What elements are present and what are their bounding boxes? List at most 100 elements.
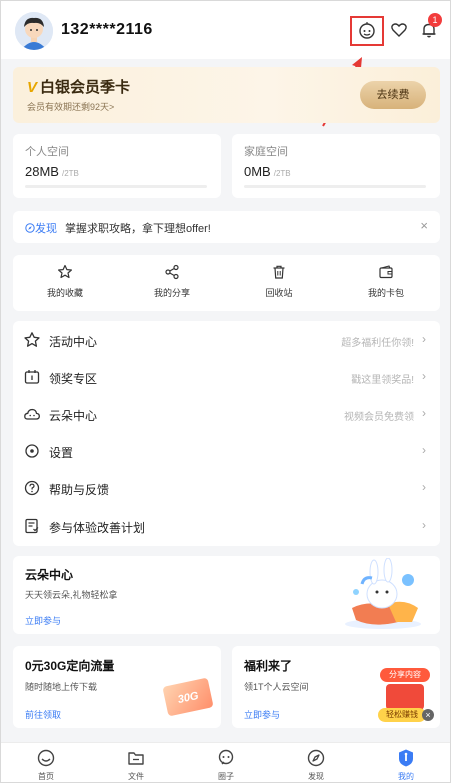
close-icon[interactable]: × bbox=[420, 218, 428, 233]
chevron-right-icon: › bbox=[422, 369, 426, 383]
chevron-right-icon: › bbox=[422, 518, 426, 532]
chevron-right-icon: › bbox=[422, 443, 426, 457]
menu-hint: 超多福利任你领! bbox=[341, 338, 414, 349]
storage-progress bbox=[244, 185, 426, 188]
settings-menu: 活动中心 超多福利任你领! › 领奖专区 戳这里领奖品! › 云朵中心 视频会员… bbox=[13, 321, 440, 546]
menu-label: 云朵中心 bbox=[49, 409, 98, 423]
nav-label: 圈子 bbox=[218, 772, 234, 781]
profile-icon bbox=[399, 749, 413, 767]
renew-button[interactable]: 去续费 bbox=[360, 81, 426, 109]
my-shares-button[interactable]: 我的分享 bbox=[137, 264, 207, 299]
banner-text: 掌握求职攻略，拿下理想offer! bbox=[65, 223, 211, 235]
prize-icon bbox=[24, 370, 40, 384]
quick-label: 我的收藏 bbox=[46, 288, 83, 298]
red-envelope-illustration: 分享内容 轻松赚钱 × bbox=[378, 668, 434, 724]
bottom-nav: 首页 文件 圈子 发现 我的 bbox=[1, 742, 450, 782]
help-icon bbox=[24, 480, 40, 496]
storage-label: 个人空间 bbox=[25, 146, 69, 158]
robot-assistant-icon[interactable] bbox=[355, 18, 379, 42]
trash-icon bbox=[273, 265, 285, 279]
rabbit-illustration bbox=[345, 558, 421, 629]
chevron-right-icon: › bbox=[422, 332, 426, 346]
avatar[interactable] bbox=[15, 12, 53, 50]
red-envelope-icon bbox=[386, 684, 424, 710]
claim-link[interactable]: 前往领取 bbox=[25, 708, 61, 721]
quick-actions: 我的收藏 我的分享 回收站 我的卡包 bbox=[13, 255, 440, 311]
menu-label: 帮助与反馈 bbox=[49, 483, 110, 497]
personal-storage-card[interactable]: 个人空间 28MB/2TB bbox=[13, 134, 221, 198]
nav-home[interactable]: 首页 bbox=[16, 748, 76, 782]
promo-subtitle: 随时随地上传下载 bbox=[25, 682, 98, 692]
menu-item-activity-center[interactable]: 活动中心 超多福利任你领! › bbox=[13, 321, 440, 358]
close-icon[interactable]: × bbox=[422, 709, 434, 721]
wallet-icon bbox=[379, 265, 393, 279]
username[interactable]: 132****2116 bbox=[61, 21, 153, 39]
favorites-button[interactable]: 我的收藏 bbox=[30, 264, 100, 299]
vip-expiry[interactable]: 会员有效期还剩92天> bbox=[27, 100, 114, 113]
join-link[interactable]: 立即参与 bbox=[244, 708, 280, 721]
nav-circle[interactable]: 圈子 bbox=[196, 748, 256, 782]
share-icon bbox=[165, 264, 179, 280]
settings-icon bbox=[25, 444, 39, 458]
join-link[interactable]: 立即参与 bbox=[25, 614, 61, 627]
menu-item-settings[interactable]: 设置 › bbox=[13, 432, 440, 469]
home-icon bbox=[37, 749, 55, 767]
card-wallet-button[interactable]: 我的卡包 bbox=[351, 264, 421, 299]
cloud-center-card[interactable]: 云朵中心 天天领云朵,礼物轻松拿 立即参与 bbox=[13, 556, 440, 634]
menu-label: 活动中心 bbox=[49, 335, 98, 349]
welfare-promo-card[interactable]: 福利来了 领1T个人云空间 立即参与 分享内容 轻松赚钱 × bbox=[232, 646, 440, 728]
menu-item-experience-program[interactable]: 参与体验改善计划 › bbox=[13, 507, 440, 544]
promo-title: 福利来了 bbox=[244, 659, 293, 673]
menu-label: 领奖专区 bbox=[49, 372, 98, 386]
discover-tag: 发现 bbox=[25, 220, 57, 236]
traffic-promo-card[interactable]: 0元30G定向流量 随时随地上传下载 前往领取 30G bbox=[13, 646, 221, 728]
menu-item-prize-zone[interactable]: 领奖专区 戳这里领奖品! › bbox=[13, 358, 440, 395]
nav-label: 首页 bbox=[38, 772, 54, 781]
menu-item-cloud-center[interactable]: 云朵中心 视频会员免费领 › bbox=[13, 395, 440, 432]
heart-icon[interactable] bbox=[387, 18, 411, 42]
nav-label: 发现 bbox=[308, 772, 324, 781]
chevron-right-icon: › bbox=[422, 406, 426, 420]
earn-money-badge: 轻松赚钱 bbox=[378, 708, 426, 722]
nav-files[interactable]: 文件 bbox=[106, 748, 166, 782]
nav-discover[interactable]: 发现 bbox=[286, 748, 346, 782]
vip-title: V 白银会员季卡 bbox=[27, 79, 131, 96]
quick-label: 回收站 bbox=[265, 288, 293, 298]
recycle-bin-button[interactable]: 回收站 bbox=[244, 264, 314, 299]
compass-icon bbox=[307, 749, 325, 767]
menu-label: 设置 bbox=[49, 446, 74, 460]
promo-title: 0元30G定向流量 bbox=[25, 659, 115, 673]
promo-subtitle: 领1T个人云空间 bbox=[244, 682, 309, 692]
quick-label: 我的分享 bbox=[153, 288, 190, 298]
menu-item-help-feedback[interactable]: 帮助与反馈 › bbox=[13, 469, 440, 506]
menu-hint: 视频会员免费领 bbox=[344, 412, 414, 423]
app-frame: 132****2116 1 V 白银会员季卡 会员有效期还剩92天> 去续费 个… bbox=[0, 0, 451, 783]
storage-label: 家庭空间 bbox=[244, 146, 288, 158]
storage-progress bbox=[25, 185, 207, 188]
nav-me[interactable]: 我的 bbox=[376, 748, 436, 782]
share-content-badge: 分享内容 bbox=[380, 668, 430, 682]
survey-icon bbox=[25, 518, 39, 534]
profile-header: 132****2116 1 bbox=[1, 1, 450, 59]
data-voucher-illustration: 30G bbox=[162, 677, 214, 717]
community-icon bbox=[218, 749, 234, 765]
storage-used: 0MB/2TB bbox=[244, 164, 291, 179]
card-subtitle: 天天领云朵,礼物轻松拿 bbox=[25, 590, 118, 600]
vip-v-icon: V bbox=[27, 79, 38, 96]
vip-card[interactable]: V 白银会员季卡 会员有效期还剩92天> 去续费 bbox=[13, 67, 440, 123]
folder-icon bbox=[128, 752, 144, 765]
star-icon bbox=[58, 264, 72, 279]
compass-icon bbox=[25, 223, 35, 233]
discover-banner[interactable]: 发现 掌握求职攻略，拿下理想offer! × bbox=[13, 211, 440, 243]
star-icon bbox=[24, 332, 40, 347]
chevron-right-icon: › bbox=[422, 480, 426, 494]
notification-badge: 1 bbox=[428, 13, 442, 27]
menu-hint: 戳这里领奖品! bbox=[351, 375, 414, 386]
menu-label: 参与体验改善计划 bbox=[49, 521, 146, 535]
card-title: 云朵中心 bbox=[25, 568, 74, 582]
nav-label: 文件 bbox=[128, 772, 144, 781]
cloud-icon bbox=[24, 408, 40, 420]
family-storage-card[interactable]: 家庭空间 0MB/2TB bbox=[232, 134, 440, 198]
nav-label: 我的 bbox=[398, 772, 414, 781]
storage-used: 28MB/2TB bbox=[25, 164, 79, 179]
